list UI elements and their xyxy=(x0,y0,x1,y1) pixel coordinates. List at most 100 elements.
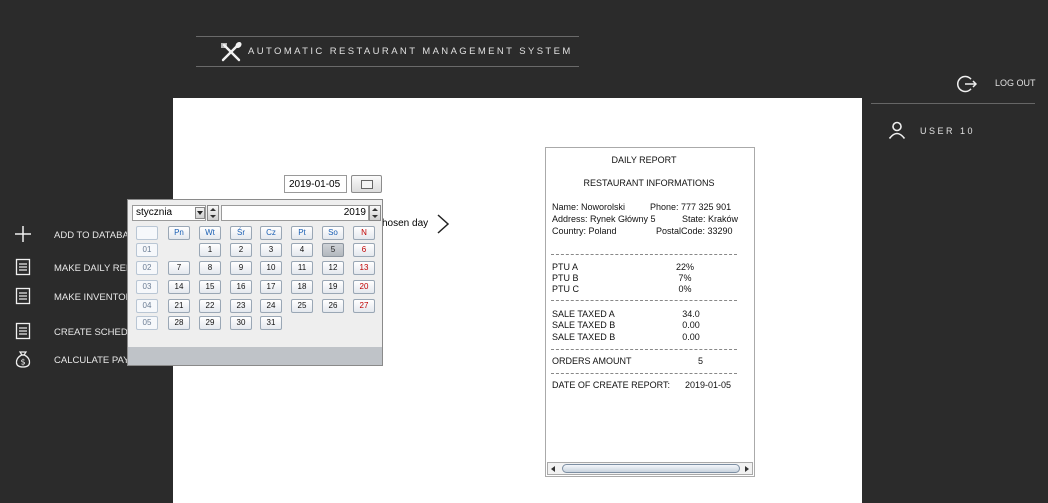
calendar-day[interactable]: 20 xyxy=(353,280,375,294)
weekday-header: Cz xyxy=(260,226,282,240)
logout-button[interactable]: LOG OUT xyxy=(957,72,1045,94)
weekday-header: Pn xyxy=(168,226,190,240)
week-number: 01 xyxy=(136,243,158,257)
calendar-day[interactable]: 11 xyxy=(291,261,313,275)
report-icon xyxy=(15,287,31,305)
sidebar-item-label: MAKE DAILY REP xyxy=(54,263,133,274)
report-orders-value: 5 xyxy=(698,356,704,366)
calendar-day[interactable]: 16 xyxy=(230,280,252,294)
report-separator xyxy=(551,373,737,374)
weekday-header: N xyxy=(353,226,375,240)
svg-text:$: $ xyxy=(20,358,25,367)
weekday-header: So xyxy=(322,226,344,240)
report-date-value: 2019-01-05 xyxy=(685,380,732,390)
calendar-day[interactable]: 12 xyxy=(322,261,344,275)
calendar-icon xyxy=(361,180,373,189)
report-ptu-value: 7% xyxy=(678,273,692,283)
logout-label: LOG OUT xyxy=(995,78,1036,88)
calendar-day[interactable]: 21 xyxy=(168,299,190,313)
calendar-day[interactable]: 4 xyxy=(291,243,313,257)
user-name: USER 10 xyxy=(920,126,976,136)
chosen-day-label: hosen day xyxy=(382,218,429,229)
calendar-day[interactable]: 31 xyxy=(260,316,282,330)
horizontal-scrollbar[interactable] xyxy=(547,462,753,475)
sidebar-item-label: CALCULATE PAY xyxy=(54,355,130,366)
calendar-day[interactable]: 9 xyxy=(230,261,252,275)
calendar-day[interactable]: 28 xyxy=(168,316,190,330)
weekday-header: Pt xyxy=(291,226,313,240)
report-orders-label: ORDERS AMOUNT xyxy=(552,356,632,366)
report-title: DAILY REPORT xyxy=(611,155,677,165)
money-bag-icon: $ xyxy=(15,351,31,368)
calendar-day[interactable]: 8 xyxy=(199,261,221,275)
calendar-day[interactable]: 18 xyxy=(291,280,313,294)
calendar-day[interactable]: 17 xyxy=(260,280,282,294)
week-number: 02 xyxy=(136,261,158,275)
report-ptu-value: 22% xyxy=(675,262,694,272)
report-ptu-value: 0% xyxy=(678,284,692,294)
chevron-right-icon[interactable] xyxy=(436,213,450,235)
report-sale-value: 34.0 xyxy=(682,309,700,319)
scroll-left-arrow[interactable] xyxy=(549,464,559,473)
calendar-corner xyxy=(136,226,158,240)
report-name: Name: Noworolski xyxy=(552,202,626,212)
report-state: State: Kraków xyxy=(682,214,739,224)
report-separator xyxy=(551,254,737,255)
calendar-day[interactable]: 19 xyxy=(322,280,344,294)
sidebar-item-label: ADD TO DATABAS xyxy=(54,230,136,241)
app-title: AUTOMATIC RESTAURANT MANAGEMENT SYSTEM xyxy=(248,46,573,57)
report-sale-value: 0.00 xyxy=(682,332,700,342)
report-subtitle: RESTAURANT INFORMATIONS xyxy=(583,178,715,188)
report-phone: Phone: 777 325 901 xyxy=(650,202,732,212)
calendar-day[interactable]: 22 xyxy=(199,299,221,313)
calendar-day[interactable]: 30 xyxy=(230,316,252,330)
calendar-day[interactable]: 6 xyxy=(353,243,375,257)
chevron-down-icon[interactable] xyxy=(195,207,205,219)
calendar-day[interactable]: 23 xyxy=(230,299,252,313)
month-spinner[interactable] xyxy=(207,205,219,221)
weekday-header: Śr xyxy=(230,226,252,240)
calendar-day[interactable]: 10 xyxy=(260,261,282,275)
divider xyxy=(871,103,1035,104)
scrollbar-thumb[interactable] xyxy=(562,464,740,473)
week-number: 03 xyxy=(136,280,158,294)
daily-report: DAILY REPORT RESTAURANT INFORMATIONS Nam… xyxy=(545,147,755,477)
weekday-header: Wt xyxy=(199,226,221,240)
calendar-day[interactable]: 24 xyxy=(260,299,282,313)
calendar-day[interactable]: 14 xyxy=(168,280,190,294)
app-header: AUTOMATIC RESTAURANT MANAGEMENT SYSTEM xyxy=(196,36,579,67)
calendar-day[interactable]: 15 xyxy=(199,280,221,294)
calendar-day[interactable]: 27 xyxy=(353,299,375,313)
sidebar-item-label: MAKE INVENTOR xyxy=(54,292,133,303)
calendar-day[interactable]: 3 xyxy=(260,243,282,257)
calendar-day[interactable]: 26 xyxy=(322,299,344,313)
calendar-day[interactable]: 29 xyxy=(199,316,221,330)
year-spinner[interactable] xyxy=(369,205,381,221)
plus-icon xyxy=(15,226,31,242)
report-separator xyxy=(551,300,737,301)
calendar-day[interactable]: 2 xyxy=(230,243,252,257)
month-value: stycznia xyxy=(136,207,173,218)
week-number: 05 xyxy=(136,316,158,330)
calendar-day[interactable]: 7 xyxy=(168,261,190,275)
month-select[interactable]: stycznia xyxy=(132,205,206,221)
report-icon xyxy=(15,258,31,276)
week-number: 04 xyxy=(136,299,158,313)
user-icon xyxy=(888,121,906,139)
utensils-icon xyxy=(221,41,242,62)
calendar-day[interactable]: 5 xyxy=(322,243,344,257)
calendar-day[interactable]: 25 xyxy=(291,299,313,313)
report-address: Address: Rynek Główny 5 xyxy=(552,214,656,224)
calendar-toggle-button[interactable] xyxy=(351,175,382,193)
scroll-right-arrow[interactable] xyxy=(741,464,751,473)
calendar-day[interactable]: 13 xyxy=(353,261,375,275)
year-field[interactable]: 2019 xyxy=(221,205,369,221)
report-sale-value: 0.00 xyxy=(682,320,700,330)
report-separator xyxy=(551,349,737,350)
calendar-popup: stycznia 2019 Pn Wt Śr Cz Pt So N 01 1 2 3 4 5 6 02 7 8 9… xyxy=(127,199,383,366)
report-icon xyxy=(15,322,31,340)
report-postal-code: PostalCode: 33290 xyxy=(656,226,733,236)
sidebar-item-label: CREATE SCHED xyxy=(54,327,128,338)
calendar-day[interactable]: 1 xyxy=(199,243,221,257)
date-field[interactable] xyxy=(284,175,347,193)
